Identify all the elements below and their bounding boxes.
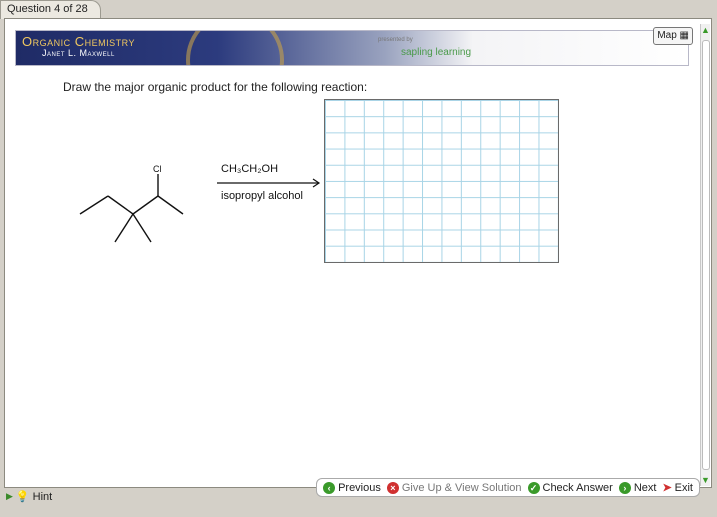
map-icon: ▦ — [679, 30, 689, 41]
banner-decoration — [186, 31, 284, 65]
reagent-alcohol: isopropyl alcohol — [221, 190, 303, 202]
bottom-toolbar: ▶ 💡 Hint ‹ Previous × Give Up & View Sol… — [4, 478, 710, 510]
give-up-button[interactable]: × Give Up & View Solution — [386, 481, 522, 494]
exit-icon: ➤ — [662, 482, 672, 494]
sapling-logo: sapling learning — [401, 47, 472, 58]
check-answer-button[interactable]: ✓ Check Answer — [527, 481, 613, 494]
give-up-label: Give Up & View Solution — [401, 481, 522, 494]
previous-icon: ‹ — [323, 481, 336, 494]
presented-by-label: presented by — [378, 37, 413, 43]
reagent-solvent: CH₃CH₂OH — [221, 163, 279, 175]
give-up-icon: × — [386, 481, 399, 494]
checkmark-icon: ✓ — [527, 481, 540, 494]
next-button[interactable]: › Next — [618, 481, 657, 494]
vertical-scrollbar[interactable]: ▲ ▼ — [700, 24, 710, 486]
next-label: Next — [633, 481, 657, 494]
chlorine-label: Cl — [153, 164, 162, 174]
drawing-canvas[interactable] — [324, 99, 559, 263]
previous-button[interactable]: ‹ Previous — [323, 481, 381, 494]
course-banner: Organic Chemistry Janet L. Maxwell prese… — [15, 30, 689, 66]
map-label: Map — [657, 30, 677, 41]
question-nav: ‹ Previous × Give Up & View Solution ✓ C… — [316, 478, 700, 497]
scroll-up-icon[interactable]: ▲ — [701, 24, 710, 36]
map-button[interactable]: Map ▦ — [653, 27, 693, 45]
check-answer-label: Check Answer — [542, 481, 613, 494]
hint-label: Hint — [32, 490, 53, 503]
reaction-arrow-icon — [217, 178, 321, 188]
question-prompt: Draw the major organic product for the f… — [63, 80, 368, 94]
course-title: Organic Chemistry — [22, 34, 135, 49]
exit-button[interactable]: ➤ Exit — [662, 481, 693, 495]
scroll-down-icon[interactable]: ▼ — [701, 474, 710, 486]
next-icon: › — [618, 481, 631, 494]
previous-label: Previous — [338, 481, 381, 494]
question-counter-tab: Question 4 of 28 — [0, 0, 101, 19]
exit-label: Exit — [674, 481, 693, 494]
reactant-structure: Cl — [79, 164, 184, 243]
question-frame: Organic Chemistry Janet L. Maxwell prese… — [4, 18, 712, 488]
expand-arrow-icon: ▶ — [6, 491, 13, 501]
question-counter-label: Question 4 of 28 — [7, 3, 88, 15]
course-author: Janet L. Maxwell — [42, 48, 115, 58]
scrollbar-thumb[interactable] — [702, 40, 710, 470]
lightbulb-icon: 💡 — [15, 491, 30, 503]
hint-button[interactable]: ▶ 💡 Hint — [6, 490, 53, 504]
